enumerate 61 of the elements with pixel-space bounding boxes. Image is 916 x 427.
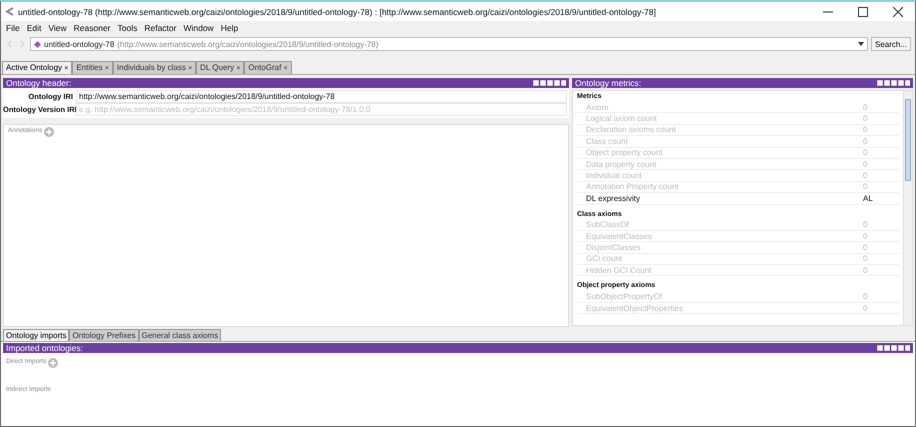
metric-label: Declaration axioms count (586, 125, 676, 134)
metric-value: AL (863, 194, 874, 203)
metric-value: 0 (863, 242, 868, 252)
metric-label: DL expressivity (586, 194, 640, 203)
menu-item[interactable]: Tools (118, 23, 138, 33)
metric-value: 0 (863, 160, 868, 169)
scroll-thumb[interactable] (905, 99, 911, 181)
metric-label: EquivalentClasses (586, 232, 652, 241)
metric-label: Class count (586, 136, 628, 146)
caret-icon (858, 42, 864, 46)
metric-value: 0 (863, 125, 868, 134)
metric-value: 0 (863, 148, 868, 158)
app-icon (5, 7, 14, 16)
metric-label: Annotation Property count (586, 182, 679, 192)
metric-label: DisjointClasses (586, 242, 641, 252)
metric-value: 0 (863, 266, 868, 275)
metric-value: 0 (863, 304, 868, 313)
metric-label: EquivalentObjectProperties (586, 304, 683, 313)
maximize-icon[interactable] (858, 6, 868, 16)
menu-item[interactable]: Edit (26, 23, 42, 33)
metric-value: 0 (863, 171, 868, 180)
window-title: untitled-ontology-78 (http://www.semanticweb.org/caizi/ontologies/2018/9/untitled-ontology-78) : [http://www.semanticweb.org/caizi/ontologies/2018/9/untitled-ontology-78] (18, 6, 656, 16)
menu-item[interactable]: Refactor (144, 23, 176, 33)
panel-title: Ontology header: (6, 78, 72, 88)
metric-label: Individual count (586, 171, 642, 180)
panel-controls-icon[interactable] (877, 345, 910, 351)
metric-value: 0 (863, 220, 868, 230)
metric-value: 0 (863, 114, 868, 124)
ontology-selector[interactable]: untitled-ontology-78 (http://www.semanticweb.org/caizi/ontologies/2018/9/untitled-ontology-78) (30, 37, 868, 51)
metric-label: SubObjectPropertyOf (586, 292, 662, 302)
metric-label: Hidden GCI Count (586, 266, 652, 275)
metric-label: GCI count (586, 254, 622, 264)
metric-label: Object property count (586, 148, 662, 158)
tab[interactable]: Ontology imports (3, 329, 70, 341)
input-field[interactable]: e.g. http://www.semanticweb.org/caizi/ontologies/2018/9/untitled-ontology-78/1.0.0 (76, 103, 567, 116)
search-button[interactable]: Search... (870, 37, 911, 51)
menu-item[interactable]: Reasoner (74, 23, 110, 33)
metric-label: SubClassOf (586, 220, 629, 230)
input-field[interactable]: http://www.semanticweb.org/caizi/ontologies/2018/9/untitled-ontology-78 (76, 90, 567, 103)
panel-title: Imported ontologies: (6, 343, 84, 353)
scrollbar[interactable] (903, 91, 912, 325)
menu-item[interactable]: Window (183, 23, 214, 33)
metric-label: Logical axiom count (586, 114, 657, 124)
metric-label: Data property count (586, 160, 656, 169)
panel-controls-icon[interactable] (877, 80, 910, 86)
metric-value: 0 (863, 136, 868, 146)
panel-title: Ontology metrics: (575, 78, 642, 88)
metric-value: 0 (863, 232, 868, 241)
panel-controls-icon[interactable] (533, 80, 566, 86)
menu-item[interactable]: View (48, 23, 67, 33)
diamond-icon (34, 40, 41, 48)
metric-value: 0 (863, 102, 868, 112)
close-icon[interactable] (893, 6, 903, 16)
metric-value: 0 (863, 254, 868, 264)
metric-value: 0 (863, 182, 868, 192)
menu-item[interactable]: File (6, 23, 20, 33)
metric-value: 0 (863, 292, 868, 302)
metric-label: Axiom (586, 102, 608, 112)
tab[interactable]: Ontology Prefixes (69, 329, 139, 341)
menu-item[interactable]: Help (220, 23, 238, 33)
tab[interactable]: General class axioms (138, 329, 222, 341)
